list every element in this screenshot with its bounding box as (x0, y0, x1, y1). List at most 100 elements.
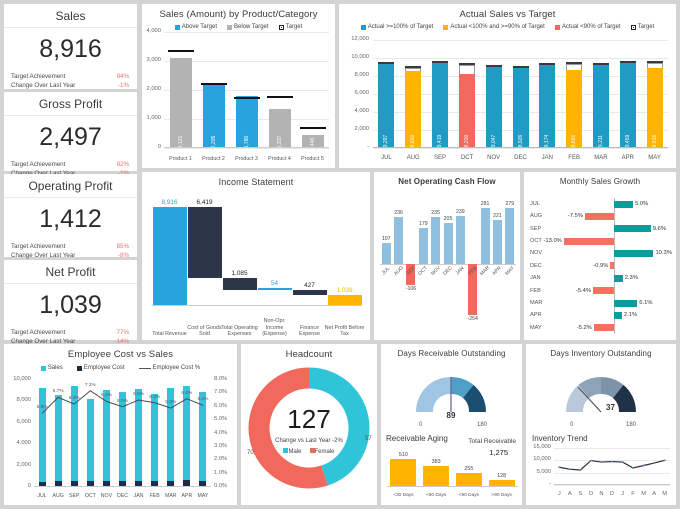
cashflow-bar[interactable] (394, 216, 404, 264)
growth-bar[interactable] (593, 287, 614, 295)
actual-bar[interactable]: 9,297 (378, 64, 395, 148)
product-bar-group[interactable]: 446 Product 5 (299, 32, 326, 162)
income-bar[interactable] (187, 207, 222, 279)
cashflow-bar-group[interactable]: 221 APR (492, 200, 504, 324)
product-bar[interactable]: 3,121 (169, 57, 192, 148)
aging-bar-group[interactable]: 383 <60 Days (423, 456, 450, 498)
growth-bar[interactable] (610, 262, 614, 270)
income-bar[interactable] (292, 289, 327, 295)
growth-row[interactable]: MAR 6.1% (528, 297, 672, 309)
kpi-card-gross-profit[interactable]: Gross Profit 2,497 Target Achievement 92… (4, 92, 137, 177)
growth-bar[interactable] (613, 200, 634, 208)
growth-bar[interactable] (613, 299, 638, 307)
product-bar-group[interactable]: 3,121 Product 1 (167, 32, 194, 162)
growth-bar[interactable] (593, 324, 614, 332)
cashflow-bar-group[interactable]: 107 JUL (381, 200, 392, 324)
target-marker (458, 62, 475, 65)
product-bar-group[interactable]: 1,780 Product 3 (233, 32, 260, 162)
actual-bar[interactable]: 8,916 (646, 67, 663, 148)
actual-bar[interactable]: 9,419 (432, 63, 449, 148)
growth-bar[interactable] (613, 250, 654, 258)
growth-row[interactable]: NOV 10.3% (528, 247, 672, 259)
actual-bar[interactable]: 8,691 (566, 69, 583, 148)
income-bar-group[interactable]: 8,916 Total Revenue (152, 199, 187, 337)
actual-bar[interactable]: 9,047 (485, 66, 502, 148)
cashflow-bar[interactable] (381, 242, 391, 264)
aging-bar[interactable] (455, 472, 482, 487)
kpi-card-sales[interactable]: Sales 8,916 Target Achievement 94% Chang… (4, 4, 137, 89)
month-bar-group[interactable]: 9,174 JAN (539, 40, 556, 161)
actual-bar[interactable]: 9,174 (539, 65, 556, 148)
growth-row[interactable]: OCT -13.0% (528, 235, 672, 247)
growth-bar[interactable] (613, 225, 651, 233)
actual-bar[interactable]: 8,200 (458, 74, 475, 148)
cashflow-bar[interactable] (455, 216, 465, 264)
growth-row[interactable]: APR 2.1% (528, 309, 672, 321)
growth-row[interactable]: JUL 5.0% (528, 198, 672, 210)
cashflow-bar[interactable] (480, 207, 490, 264)
growth-row[interactable]: JAN 2.3% (528, 272, 672, 284)
y-axis-tick: 10,000 (13, 376, 31, 382)
income-bar-group[interactable]: 1,085 Total Operating Expenses (221, 202, 258, 337)
growth-bar[interactable] (563, 237, 614, 245)
income-bar[interactable] (222, 278, 257, 291)
month-bar-group[interactable]: 9,297 JUL (378, 40, 395, 161)
growth-row[interactable]: SEP 9.6% (528, 223, 672, 235)
cashflow-bar-group[interactable]: 235 NOV (430, 200, 442, 324)
cashflow-bar[interactable] (505, 208, 515, 264)
aging-bar-group[interactable]: 255 <90 Days (455, 456, 482, 498)
growth-row[interactable]: DEC -0.9% (528, 260, 672, 272)
product-bar-group[interactable]: 1,337 Product 4 (266, 32, 293, 162)
actual-bar[interactable]: 9,211 (592, 65, 609, 148)
kpi-card-operating-profit[interactable]: Operating Profit 1,412 Target Achievemen… (4, 174, 137, 259)
aging-bar-group[interactable]: 510 <30 Days (390, 452, 417, 498)
aging-bar[interactable] (423, 465, 450, 487)
cashflow-bar[interactable] (443, 223, 453, 264)
income-bar-group[interactable]: 6,419 Cost of Goods Sold (187, 199, 222, 337)
month-bar-group[interactable]: 9,419 SEP (432, 40, 449, 161)
month-bar-group[interactable]: 9,047 NOV (485, 40, 502, 161)
month-bar-group[interactable]: 8,691 FEB (566, 40, 583, 161)
cashflow-bar-group[interactable]: 236 AUG (393, 200, 405, 324)
month-bar-group[interactable]: 9,459 APR (619, 40, 636, 161)
product-bar-group[interactable]: 2,205 Product 2 (200, 32, 227, 162)
income-bar[interactable] (257, 288, 292, 291)
product-bar[interactable]: 1,337 (268, 109, 291, 148)
actual-bar[interactable]: 8,926 (512, 67, 529, 148)
cashflow-bar-group[interactable]: 239 JAN (455, 200, 466, 324)
growth-row[interactable]: FEB -5.4% (528, 285, 672, 297)
cashflow-bar-group[interactable]: 279 MAY (504, 200, 516, 324)
cashflow-bar-group[interactable]: 179 OCT (417, 200, 429, 324)
cashflow-bar-group[interactable]: -254 FEB (467, 200, 478, 324)
growth-row[interactable]: AUG -7.5% (528, 210, 672, 222)
income-bar-group[interactable]: 427 Finance Expense (292, 202, 327, 337)
product-bar[interactable]: 2,205 (202, 84, 225, 148)
month-bar-group[interactable]: 8,600 AUG (405, 40, 422, 161)
actual-bar[interactable]: 8,600 (405, 70, 422, 148)
month-bar-group[interactable]: 9,211 MAR (592, 40, 609, 161)
cashflow-bar[interactable] (492, 219, 502, 264)
x-axis-tick: Product 3 (235, 156, 258, 162)
growth-bar[interactable] (585, 213, 614, 221)
cashflow-bar-group[interactable]: -106 SEP (405, 200, 417, 324)
gauge-days-receivable[interactable]: 89 (381, 360, 522, 418)
cashflow-bar[interactable] (418, 228, 428, 264)
income-bar-group[interactable]: 54 Non-Opr. Income (Expense) (257, 202, 292, 337)
income-bar-group[interactable]: 1,039 Net Profit Before Tax (325, 202, 365, 338)
gauge-days-inventory[interactable]: 37 (526, 360, 676, 418)
month-bar-group[interactable]: 8,200 OCT (458, 40, 475, 161)
actual-bar[interactable]: 9,459 (619, 62, 636, 148)
aging-bar-group[interactable]: 128 >90 Days (488, 456, 515, 498)
income-bar[interactable] (152, 207, 187, 306)
cashflow-bar-group[interactable]: 205 DEC (442, 200, 454, 324)
aging-bar[interactable] (390, 458, 417, 487)
growth-bar[interactable] (613, 311, 622, 319)
growth-bar[interactable] (613, 274, 623, 282)
product-bar[interactable]: 1,780 (235, 96, 258, 148)
cashflow-bar-group[interactable]: 281 MAR (479, 200, 491, 324)
kpi-card-net-profit[interactable]: Net Profit 1,039 Target Achievement 77% … (4, 260, 137, 345)
month-bar-group[interactable]: 8,916 MAY (646, 40, 663, 161)
month-bar-group[interactable]: 8,926 DEC (512, 40, 529, 161)
cashflow-bar[interactable] (431, 217, 441, 264)
growth-row[interactable]: MAY -5.2% (528, 322, 672, 334)
